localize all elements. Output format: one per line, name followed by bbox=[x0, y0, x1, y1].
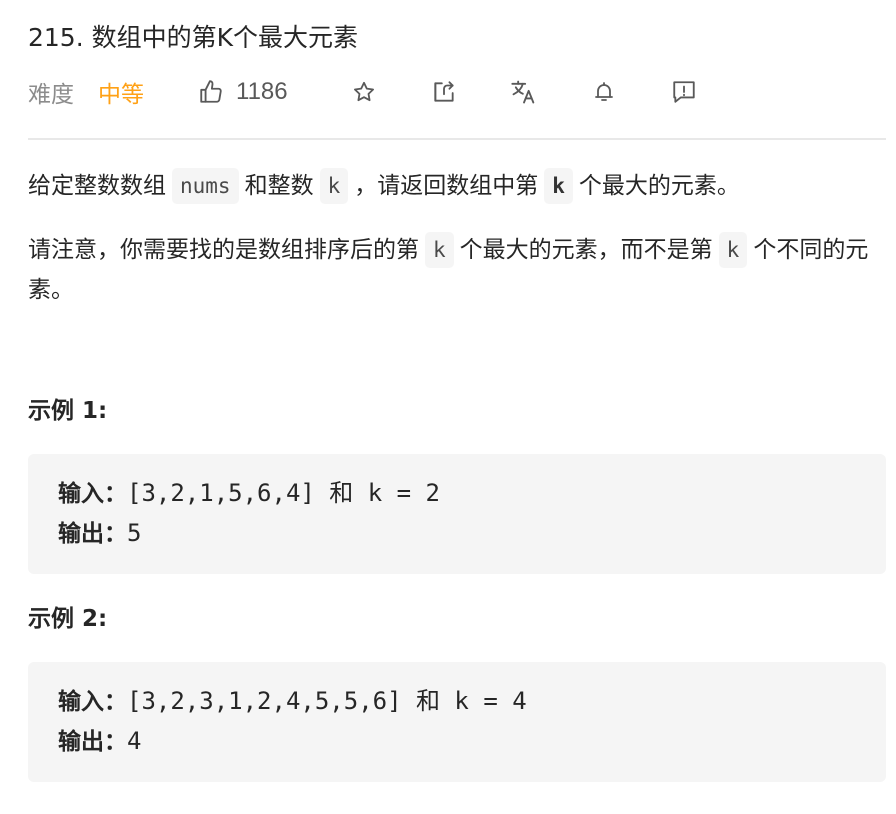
bell-icon bbox=[592, 80, 616, 104]
problem-title: 215. 数组中的第K个最大元素 bbox=[28, 23, 359, 52]
divider bbox=[28, 138, 886, 140]
difficulty-badge: 中等 bbox=[98, 82, 144, 108]
inline-code: k bbox=[544, 168, 573, 204]
example-input-value: [3,2,1,5,6,4] 和 k = 2 bbox=[127, 479, 440, 507]
example-input-value: [3,2,3,1,2,4,5,5,6] 和 k = 4 bbox=[127, 687, 527, 715]
description-text: 和整数 bbox=[244, 173, 314, 199]
example-input-label: 输入： bbox=[58, 481, 127, 507]
example-output-value: 4 bbox=[127, 727, 142, 755]
feedback-icon bbox=[671, 79, 697, 105]
description-text: 给定整数数组 bbox=[28, 173, 166, 199]
translate-button[interactable] bbox=[504, 72, 544, 112]
difficulty-label: 难度 bbox=[28, 82, 74, 108]
example-output-value: 5 bbox=[127, 519, 142, 547]
inline-code: nums bbox=[172, 168, 239, 204]
inline-code: k bbox=[425, 232, 454, 268]
example-heading: 示例 2: bbox=[28, 606, 108, 632]
description-paragraph: 给定整数数组 nums 和整数 k ，请返回数组中第 k 个最大的元素。 bbox=[28, 166, 886, 206]
example-output-line: 输出：4 bbox=[58, 721, 141, 761]
example-input-label: 输入： bbox=[58, 689, 127, 715]
notification-button[interactable] bbox=[584, 72, 624, 112]
example-heading: 示例 1: bbox=[28, 398, 108, 424]
thumbs-up-icon bbox=[198, 79, 224, 105]
star-icon bbox=[352, 80, 376, 104]
example-input-line: 输入：[3,2,3,1,2,4,5,5,6] 和 k = 4 bbox=[58, 681, 527, 721]
description-text: 请注意，你需要找的是数组排序后的第 bbox=[28, 237, 419, 263]
like-count: 1186 bbox=[236, 78, 288, 105]
description-text: 个最大的元素。 bbox=[578, 173, 740, 199]
example-output-label: 输出： bbox=[58, 729, 127, 755]
description-text: 个最大的元素，而不是第 bbox=[459, 237, 713, 263]
example-output-label: 输出： bbox=[58, 521, 127, 547]
inline-code: k bbox=[718, 232, 748, 268]
example-code-block: 输入：[3,2,3,1,2,4,5,5,6] 和 k = 4 输出：4 bbox=[28, 662, 886, 782]
example-output-line: 输出：5 bbox=[58, 513, 141, 553]
problem-meta-toolbar: 难度 中等 1186 bbox=[28, 72, 886, 112]
description-text: ，请返回数组中第 bbox=[354, 173, 539, 199]
example-input-line: 输入：[3,2,1,5,6,4] 和 k = 2 bbox=[58, 473, 440, 513]
inline-code: k bbox=[319, 168, 349, 204]
feedback-button[interactable] bbox=[664, 72, 704, 112]
like-button[interactable]: 1186 bbox=[198, 72, 288, 112]
favorite-button[interactable] bbox=[344, 72, 384, 112]
share-button[interactable] bbox=[424, 72, 464, 112]
share-icon bbox=[431, 79, 457, 105]
translate-icon bbox=[510, 78, 538, 106]
example-code-block: 输入：[3,2,1,5,6,4] 和 k = 2 输出：5 bbox=[28, 454, 886, 574]
note-paragraph: 请注意，你需要找的是数组排序后的第 k 个最大的元素，而不是第 k 个不同的元素。 bbox=[28, 230, 886, 310]
